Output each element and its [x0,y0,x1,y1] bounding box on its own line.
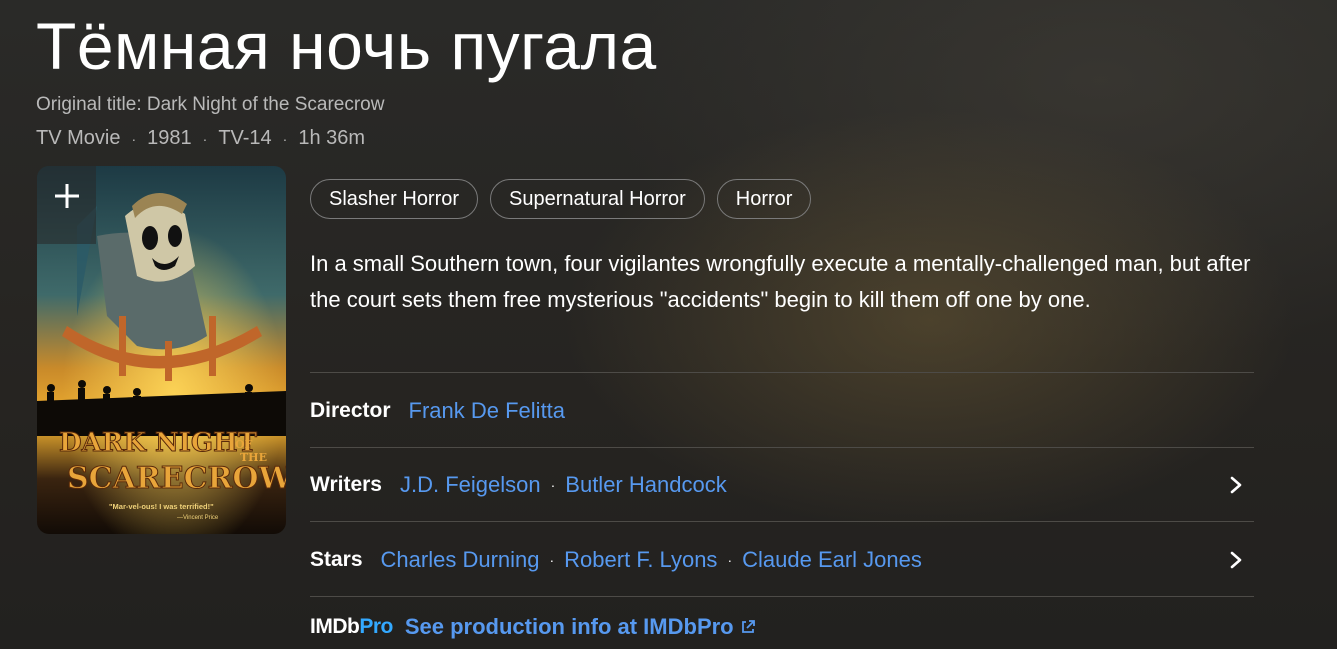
poster-title-line2: SCARECROW [67,461,286,496]
poster-title-line1: DARK NIGHT [59,428,258,458]
writer-link-butler-handcock[interactable]: Butler Handcock [565,472,726,498]
external-link-icon [741,620,755,633]
divider [310,596,1254,597]
divider [310,372,1254,373]
meta-type: TV Movie [36,127,121,149]
genre-chips: Slasher Horror Supernatural Horror Horro… [310,179,812,219]
divider [310,521,1254,522]
name-separator: · [549,552,555,568]
page-title: Тёмная ночь пугала [36,9,657,83]
plus-icon [54,184,79,208]
genre-chip-slasher-horror[interactable]: Slasher Horror [310,179,479,219]
poster[interactable]: DARK NIGHT OF THE SCARECROW "Mar-vel-ous… [37,166,286,534]
meta-year[interactable]: 1981 [147,127,192,150]
credit-row-director: Director Frank De Felitta [310,391,1254,431]
add-to-watchlist-button[interactable] [37,166,96,244]
meta-rating[interactable]: TV-14 [218,127,271,150]
meta-runtime: 1h 36m [298,127,366,149]
name-separator: · [727,552,733,568]
imdbpro-logo-pro: Pro [359,615,393,638]
star-link-claude-earl-jones[interactable]: Claude Earl Jones [742,547,922,573]
poster-title-of: OF [235,438,253,451]
star-link-charles-durning[interactable]: Charles Durning [381,547,540,573]
imdbpro-logo: IMDbPro [310,615,393,639]
divider [310,447,1254,448]
name-separator: · [550,477,556,493]
meta-separator: · [202,130,208,147]
credit-row-stars[interactable]: Stars Charles Durning · Robert F. Lyons … [310,540,1254,580]
original-title: Original title: Dark Night of the Scarec… [36,94,385,115]
plot-summary: In a small Southern town, four vigilante… [310,251,1251,312]
credit-row-writers[interactable]: Writers J.D. Feigelson · Butler Handcock [310,465,1254,505]
poster-quote-author: —Vincent Price [177,515,219,521]
director-link-frank-de-felitta[interactable]: Frank De Felitta [409,398,566,424]
imdbpro-link-label: See production info at IMDbPro [404,614,734,639]
poster-quote: "Mar-vel-ous! I was terrified!" [109,502,214,511]
genre-chip-supernatural-horror[interactable]: Supernatural Horror [490,179,705,219]
director-label: Director [310,399,391,422]
imdbpro-link[interactable]: See production info at IMDbPro [405,614,756,640]
meta-info: TV Movie · 1981 · TV-14 · 1h 36m [36,127,365,150]
meta-separator: · [131,130,137,147]
meta-separator: · [282,130,288,147]
imdbpro-section: IMDbPro See production info at IMDbPro [310,614,756,640]
imdbpro-logo-imdb: IMDb [310,615,360,638]
chevron-right-icon[interactable] [1226,475,1246,495]
writers-label[interactable]: Writers [310,473,382,497]
chevron-right-icon[interactable] [1226,550,1246,570]
writer-link-jd-feigelson[interactable]: J.D. Feigelson [400,472,541,498]
genre-chip-horror[interactable]: Horror [716,179,812,219]
stars-label[interactable]: Stars [310,548,363,572]
star-link-robert-f-lyons[interactable]: Robert F. Lyons [564,547,717,573]
